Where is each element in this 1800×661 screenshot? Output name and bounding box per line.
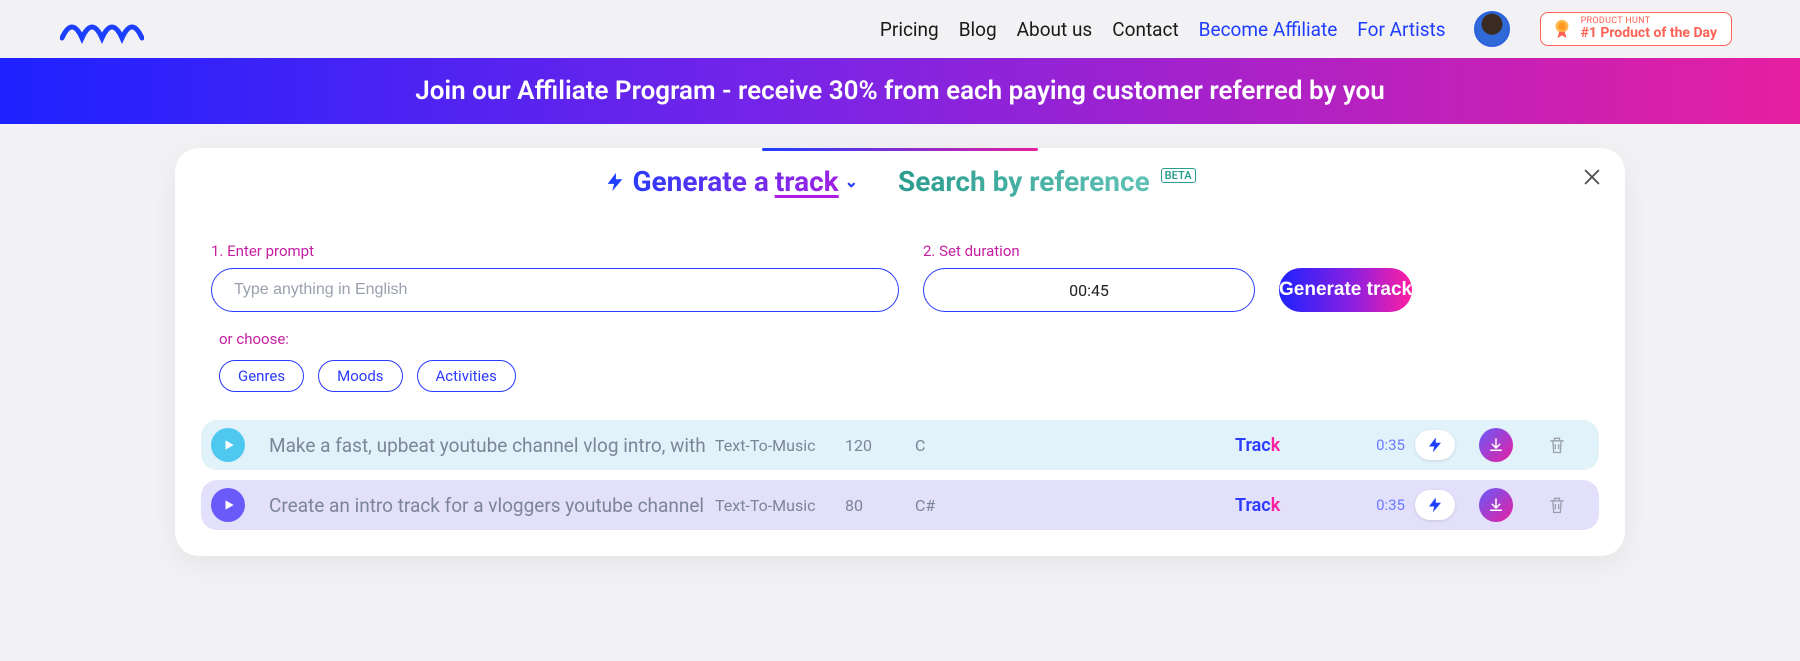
banner-text: Join our Affiliate Program - receive 30%… bbox=[415, 76, 1385, 106]
medal-icon bbox=[1551, 18, 1573, 40]
nav-affiliate[interactable]: Become Affiliate bbox=[1199, 18, 1338, 41]
download-icon bbox=[1487, 436, 1505, 454]
track-duration: 0:35 bbox=[1325, 436, 1405, 454]
duration-input[interactable]: 00:45 bbox=[923, 268, 1255, 312]
track-bpm: 120 bbox=[845, 436, 905, 455]
track-prompt: Make a fast, upbeat youtube channel vlog… bbox=[269, 434, 705, 457]
nav-contact[interactable]: Contact bbox=[1112, 18, 1178, 41]
track-row: Create an intro track for a vloggers you… bbox=[201, 480, 1599, 530]
nav-blog[interactable]: Blog bbox=[959, 18, 997, 41]
chip-genres[interactable]: Genres bbox=[219, 360, 304, 392]
download-icon bbox=[1487, 496, 1505, 514]
main-nav: Pricing Blog About us Contact Become Aff… bbox=[880, 11, 1732, 47]
tab-generate-word: track bbox=[775, 165, 839, 198]
track-engine: Text-To-Music bbox=[715, 436, 835, 455]
track-key: C# bbox=[915, 496, 975, 515]
download-button[interactable] bbox=[1479, 488, 1513, 522]
chip-moods[interactable]: Moods bbox=[318, 360, 402, 392]
tab-reference-text: Search by reference bbox=[898, 165, 1150, 198]
download-button[interactable] bbox=[1479, 428, 1513, 462]
track-name: Track bbox=[1235, 495, 1315, 516]
ph-bottom-text: #1 Product of the Day bbox=[1581, 26, 1717, 41]
prompt-field: 1. Enter prompt bbox=[211, 242, 899, 312]
delete-button[interactable] bbox=[1543, 491, 1571, 519]
chip-row: Genres Moods Activities bbox=[219, 360, 1625, 392]
tab-generate[interactable]: Generate a track ⌄ bbox=[604, 165, 858, 198]
play-icon bbox=[222, 498, 236, 512]
generate-wrap: . Generate track bbox=[1279, 242, 1611, 312]
chip-activities[interactable]: Activities bbox=[417, 360, 516, 392]
beta-chip: BETA bbox=[1161, 168, 1196, 183]
track-key: C bbox=[915, 436, 975, 455]
track-name: Track bbox=[1235, 435, 1315, 456]
bolt-icon bbox=[604, 171, 626, 193]
track-list: Make a fast, upbeat youtube channel vlog… bbox=[201, 420, 1599, 530]
regen-button[interactable] bbox=[1415, 490, 1455, 520]
logo[interactable] bbox=[60, 14, 144, 44]
controls-row: 1. Enter prompt 2. Set duration 00:45 . … bbox=[175, 204, 1625, 312]
track-bpm: 80 bbox=[845, 496, 905, 515]
duration-label: 2. Set duration bbox=[923, 242, 1255, 260]
play-icon bbox=[222, 438, 236, 452]
mode-tabs: Generate a track ⌄ Search by reference B… bbox=[175, 151, 1625, 204]
play-button[interactable] bbox=[211, 488, 245, 522]
affiliate-banner[interactable]: Join our Affiliate Program - receive 30%… bbox=[0, 58, 1800, 124]
tab-generate-pre: Generate a bbox=[632, 165, 768, 198]
nav-artists[interactable]: For Artists bbox=[1357, 18, 1445, 41]
top-header: Pricing Blog About us Contact Become Aff… bbox=[0, 0, 1800, 58]
close-icon[interactable] bbox=[1581, 166, 1603, 188]
generator-card: Generate a track ⌄ Search by reference B… bbox=[175, 148, 1625, 556]
delete-button[interactable] bbox=[1543, 431, 1571, 459]
bolt-icon bbox=[1426, 496, 1444, 514]
nav-about[interactable]: About us bbox=[1017, 18, 1093, 41]
avatar[interactable] bbox=[1474, 11, 1510, 47]
generate-button[interactable]: Generate track bbox=[1279, 268, 1412, 312]
tab-search-reference[interactable]: Search by reference BETA bbox=[898, 165, 1196, 198]
trash-icon bbox=[1547, 495, 1567, 515]
track-row: Make a fast, upbeat youtube channel vlog… bbox=[201, 420, 1599, 470]
duration-field: 2. Set duration 00:45 bbox=[923, 242, 1255, 312]
track-prompt: Create an intro track for a vloggers you… bbox=[269, 494, 705, 517]
chevron-down-icon[interactable]: ⌄ bbox=[845, 172, 858, 191]
regen-button[interactable] bbox=[1415, 430, 1455, 460]
track-engine: Text-To-Music bbox=[715, 496, 835, 515]
prompt-input[interactable] bbox=[211, 268, 899, 312]
trash-icon bbox=[1547, 435, 1567, 455]
play-button[interactable] bbox=[211, 428, 245, 462]
nav-pricing[interactable]: Pricing bbox=[880, 18, 939, 41]
producthunt-badge[interactable]: PRODUCT HUNT #1 Product of the Day bbox=[1540, 12, 1732, 46]
track-duration: 0:35 bbox=[1325, 496, 1405, 514]
or-choose-label: or choose: bbox=[219, 330, 1625, 348]
prompt-label: 1. Enter prompt bbox=[211, 242, 899, 260]
bolt-icon bbox=[1426, 436, 1444, 454]
